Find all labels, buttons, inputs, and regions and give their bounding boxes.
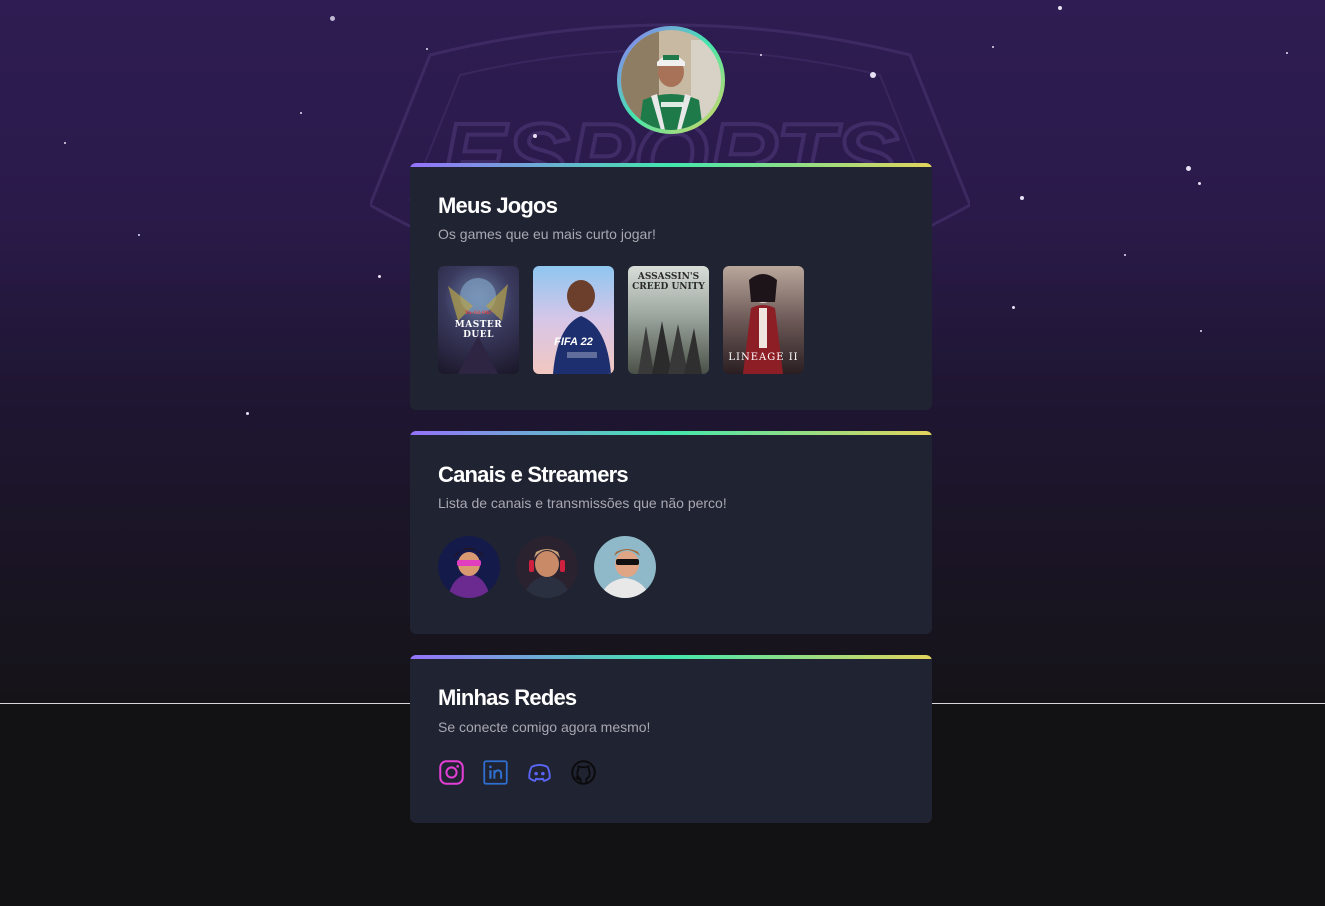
streamers-list: [438, 536, 656, 598]
socials-card: Minhas Redes Se conecte comigo agora mes…: [410, 655, 932, 823]
instagram-icon[interactable]: [438, 759, 465, 786]
socials-card-title: Minhas Redes: [438, 685, 577, 710]
games-card-subtitle: Os games que eu mais curto jogar!: [438, 226, 656, 242]
streamers-card: Canais e Streamers Lista de canais e tra…: [410, 431, 932, 634]
linkedin-icon[interactable]: [482, 759, 509, 786]
streamer-avatar-1[interactable]: [438, 536, 500, 598]
game-label: MASTER DUEL: [454, 320, 503, 340]
fifa-player-art-icon: [553, 280, 611, 374]
streamers-card-subtitle: Lista de canais e transmissões que não p…: [438, 495, 727, 511]
games-list: Yu-Gi-Oh! MASTER DUEL FIFA 22 ASSASSIN'S…: [438, 266, 804, 374]
games-card-title: Meus Jogos: [438, 193, 558, 218]
streamer-avatar-3[interactable]: [594, 536, 656, 598]
profile-avatar: [621, 30, 721, 130]
streamer-3-avatar-icon: [594, 536, 656, 598]
game-label: LINEAGE II: [728, 352, 799, 363]
game-cover-fifa-22[interactable]: FIFA 22: [533, 266, 614, 374]
game-cover-assassins-creed-unity[interactable]: ASSASSIN'S CREED UNITY: [628, 266, 709, 374]
streamer-1-avatar-icon: [438, 536, 500, 598]
profile-avatar-frame: [617, 26, 725, 134]
streamer-avatar-2[interactable]: [516, 536, 578, 598]
game-label: FIFA 22: [554, 336, 593, 348]
socials-card-subtitle: Se conecte comigo agora mesmo!: [438, 719, 651, 735]
game-cover-lineage-ii[interactable]: LINEAGE II: [723, 266, 804, 374]
github-icon[interactable]: [570, 759, 597, 786]
profile-photo-icon: [621, 30, 721, 130]
streamers-card-title: Canais e Streamers: [438, 462, 629, 487]
game-cover-master-duel[interactable]: Yu-Gi-Oh! MASTER DUEL: [438, 266, 519, 374]
discord-icon[interactable]: [526, 759, 553, 786]
game-label: ASSASSIN'S CREED UNITY: [632, 272, 705, 292]
social-links: [438, 759, 597, 786]
streamer-2-avatar-icon: [516, 536, 578, 598]
games-card: Meus Jogos Os games que eu mais curto jo…: [410, 163, 932, 410]
game-sublabel: Yu-Gi-Oh!: [464, 310, 493, 316]
